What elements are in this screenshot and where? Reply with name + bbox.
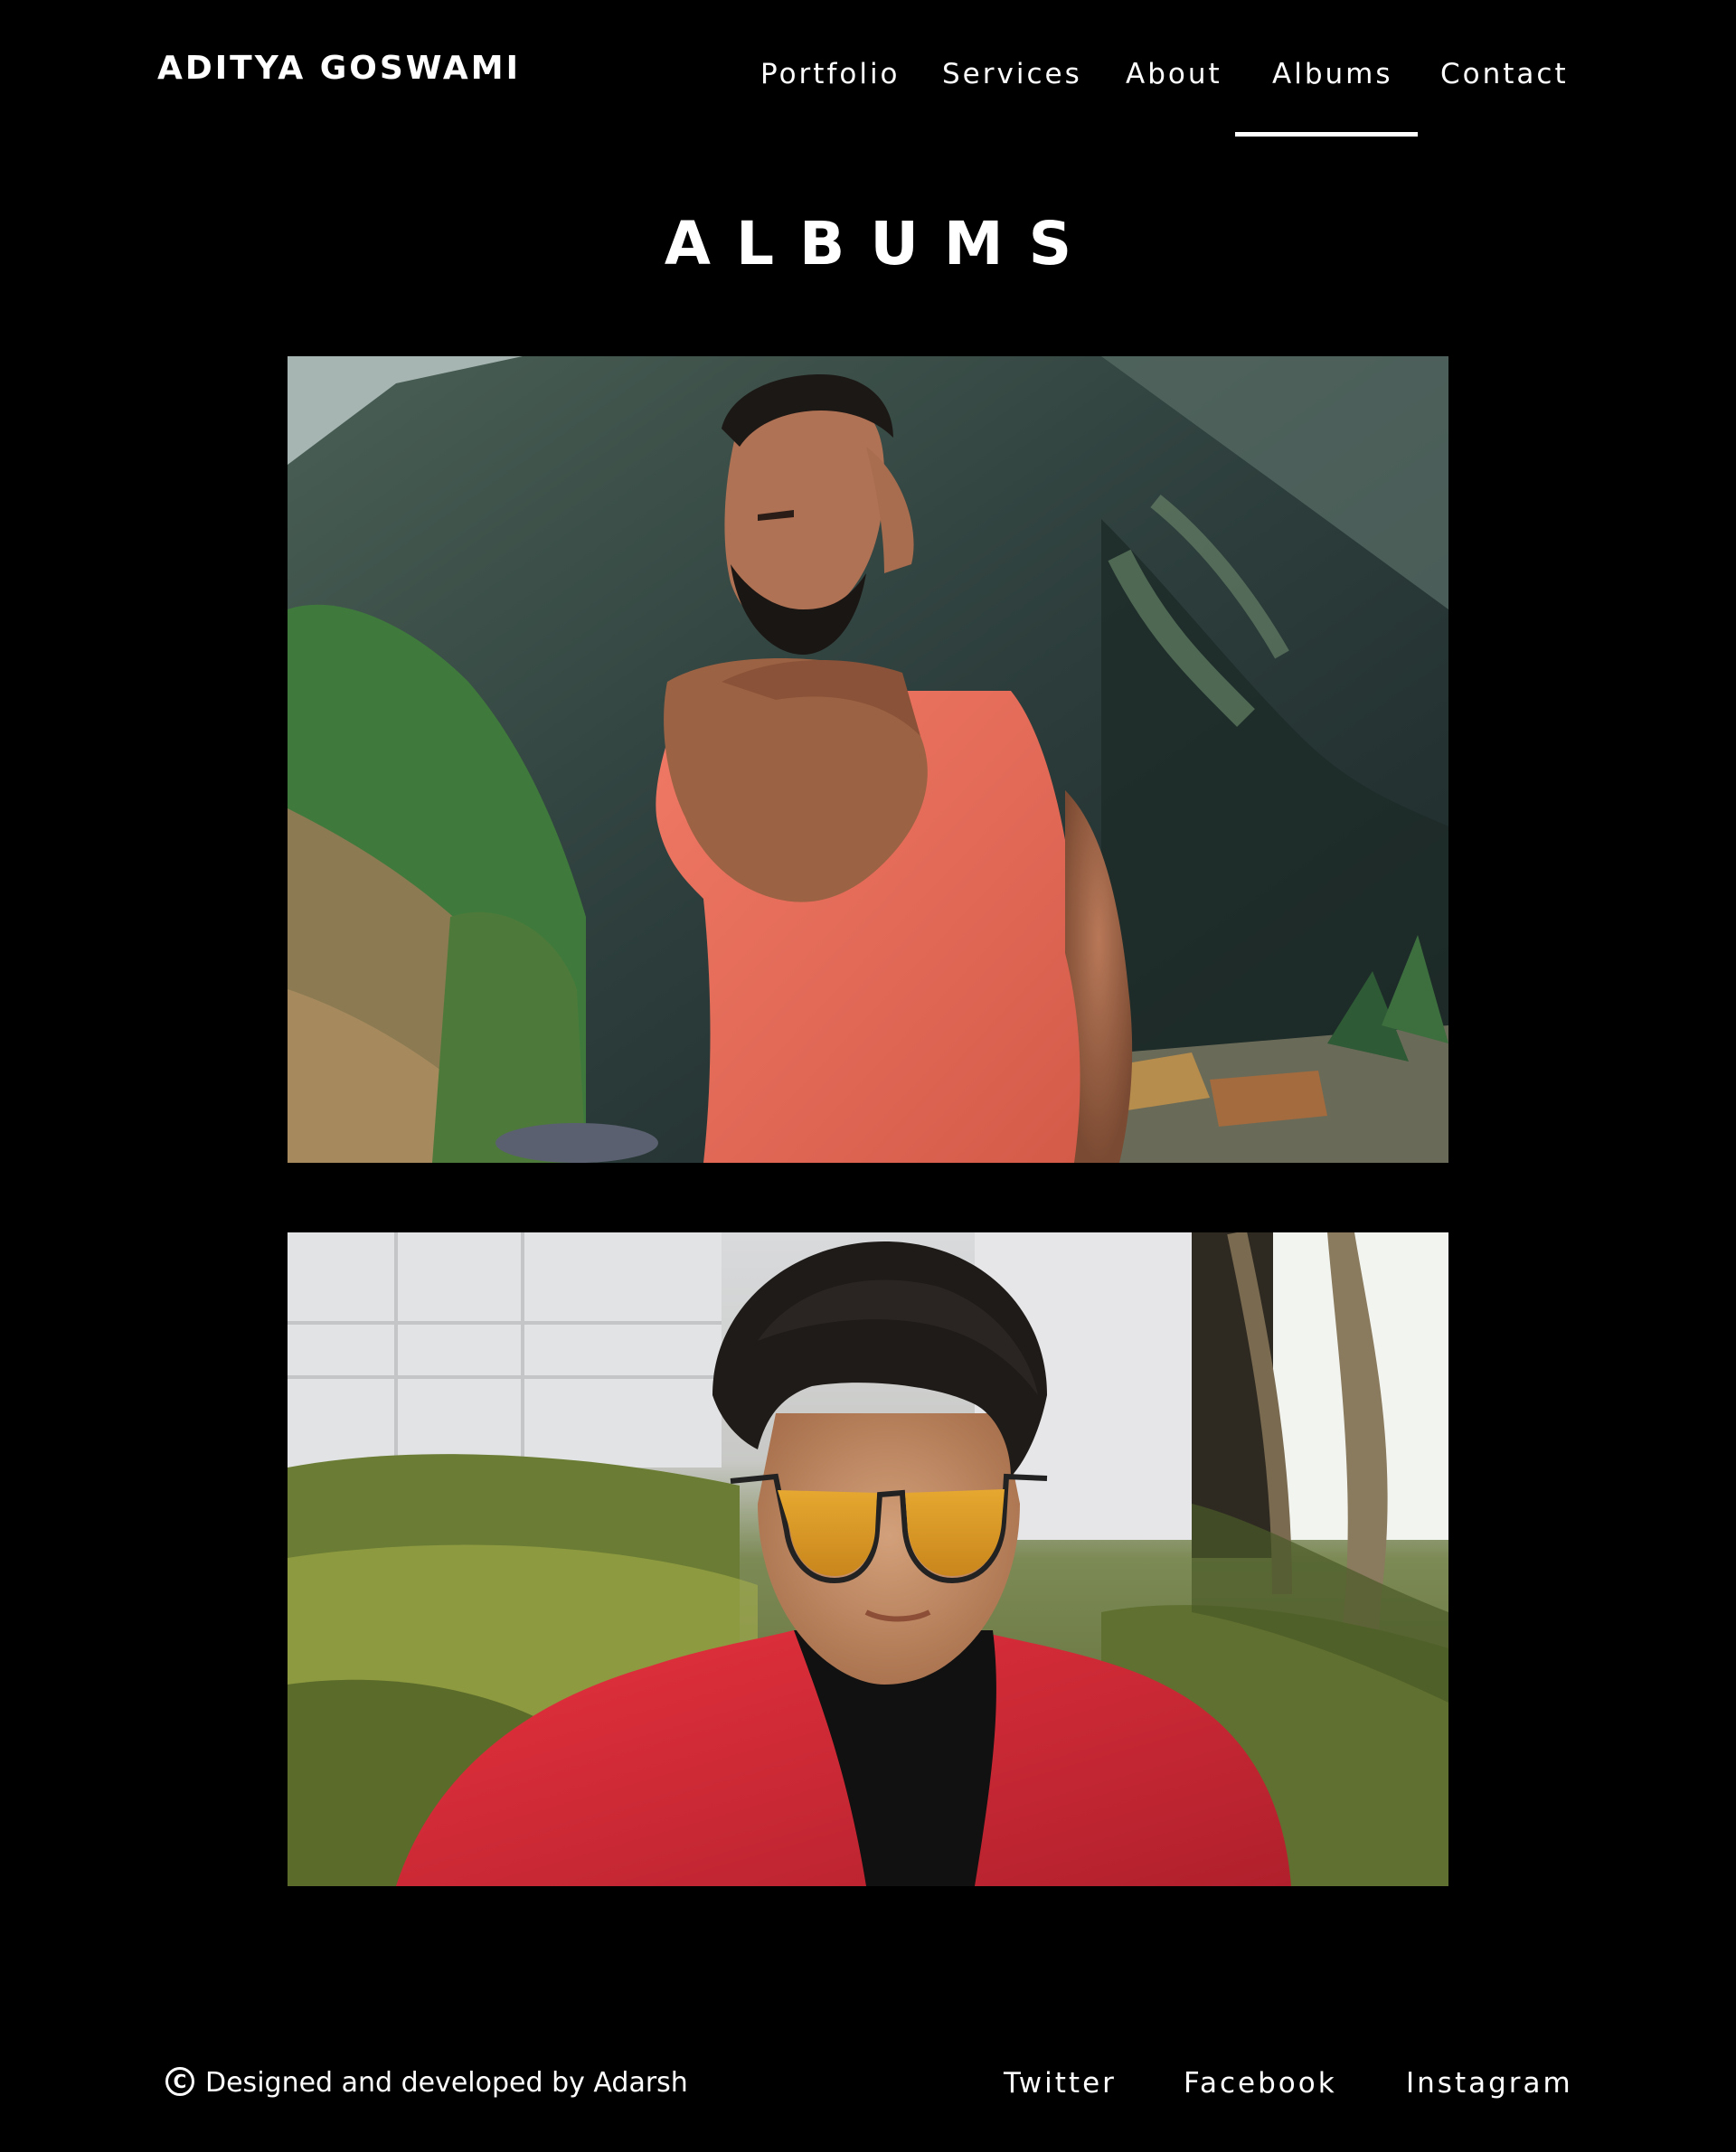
nav-item-contact[interactable]: Contact bbox=[1440, 54, 1569, 94]
album-photo-1-image bbox=[288, 356, 1448, 1163]
nav-item-albums[interactable]: Albums bbox=[1272, 54, 1393, 94]
page-title: ALBUMS bbox=[664, 209, 1098, 278]
main-nav: Portfolio Services About Albums Contact bbox=[0, 0, 1736, 137]
nav-item-portfolio[interactable]: Portfolio bbox=[760, 54, 901, 94]
active-nav-indicator bbox=[1235, 132, 1418, 137]
album-photo-1[interactable] bbox=[288, 356, 1448, 1163]
album-photo-2-image bbox=[288, 1232, 1448, 1886]
footer-link-instagram[interactable]: Instagram bbox=[1406, 2065, 1573, 2101]
nav-item-services[interactable]: Services bbox=[942, 54, 1082, 94]
copyright-icon: C bbox=[165, 2067, 194, 2096]
nav-item-about[interactable]: About bbox=[1126, 54, 1222, 94]
footer-link-facebook[interactable]: Facebook bbox=[1184, 2065, 1337, 2101]
site-header: ADITYA GOSWAMI Portfolio Services About … bbox=[0, 0, 1736, 137]
footer-credit: Designed and developed by Adarsh bbox=[205, 2067, 688, 2099]
page: ADITYA GOSWAMI Portfolio Services About … bbox=[0, 0, 1736, 2152]
album-photo-2[interactable] bbox=[288, 1232, 1448, 1886]
footer-link-twitter[interactable]: Twitter bbox=[1004, 2065, 1117, 2101]
